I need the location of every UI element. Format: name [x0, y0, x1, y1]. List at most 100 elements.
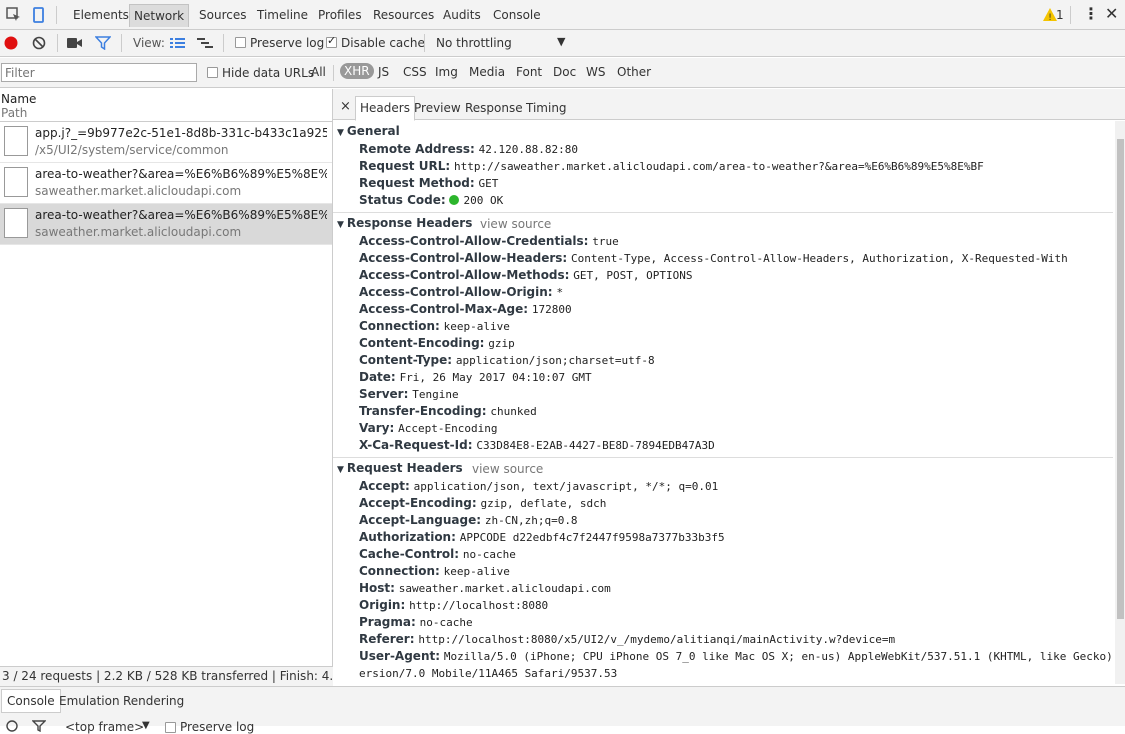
- filter-type-media[interactable]: Media: [469, 65, 505, 79]
- request-row[interactable]: area-to-weather?&area=%E6%B6%89%E5%8E%BF…: [0, 163, 332, 204]
- filter-type-css[interactable]: CSS: [403, 65, 427, 79]
- header-row: Content-Type: application/json;charset=u…: [359, 353, 655, 367]
- tab-resources[interactable]: Resources: [369, 4, 438, 27]
- response-view-source-link[interactable]: view source: [480, 217, 551, 231]
- header-row: User-Agent: Mozilla/5.0 (iPhone; CPU iPh…: [359, 649, 1113, 663]
- filter-type-all[interactable]: All: [311, 65, 326, 79]
- console-filter-icon[interactable]: [32, 720, 46, 732]
- inspect-element-icon[interactable]: [5, 6, 23, 24]
- network-toolbar: View: Preserve log Disable cache No thro…: [0, 30, 1125, 57]
- file-icon: [4, 126, 28, 156]
- console-preserve-log-label[interactable]: Preserve log: [180, 720, 254, 734]
- section-divider: [333, 457, 1113, 458]
- request-headers-section-title[interactable]: ▼ Request Headers: [337, 461, 463, 475]
- tab-headers[interactable]: Headers: [355, 96, 415, 121]
- device-mode-icon[interactable]: [30, 6, 48, 24]
- drawer-tab-rendering[interactable]: Rendering: [123, 694, 184, 708]
- header-row: Connection: keep-alive: [359, 319, 510, 333]
- header-row: Status Code: 200 OK: [359, 193, 504, 207]
- header-row: Origin: http://localhost:8080: [359, 598, 549, 612]
- divider: [424, 34, 425, 52]
- tab-timing[interactable]: Timing: [526, 101, 567, 115]
- request-name: app.j?_=9b977e2c-51e1-8d8b-331c-b433c1a9…: [35, 126, 327, 140]
- header-row: Access-Control-Max-Age: 172800: [359, 302, 572, 316]
- preserve-log-checkbox[interactable]: [235, 37, 246, 48]
- more-menu-icon[interactable]: ⋮: [1083, 4, 1099, 23]
- filter-type-other[interactable]: Other: [617, 65, 651, 79]
- hide-data-urls-checkbox[interactable]: [207, 67, 218, 78]
- status-ok-icon: [449, 195, 460, 205]
- throttling-select[interactable]: No throttling: [436, 36, 512, 50]
- column-path-header: Path: [1, 106, 28, 120]
- filter-type-xhr[interactable]: XHR: [340, 63, 374, 79]
- tab-timeline[interactable]: Timeline: [253, 4, 312, 27]
- divider: [333, 65, 334, 81]
- frame-select[interactable]: <top frame>: [65, 720, 144, 734]
- console-preserve-log-checkbox[interactable]: [165, 722, 176, 733]
- close-icon[interactable]: ✕: [1105, 4, 1118, 23]
- header-row: Cache-Control: no-cache: [359, 547, 516, 561]
- disable-cache-label[interactable]: Disable cache: [341, 36, 425, 50]
- file-icon: [4, 167, 28, 197]
- header-row: Access-Control-Allow-Origin: *: [359, 285, 564, 299]
- details-scrollbar[interactable]: [1115, 121, 1125, 684]
- drawer-tab-emulation[interactable]: Emulation: [59, 694, 120, 708]
- tab-audits[interactable]: Audits: [439, 4, 485, 27]
- expand-triangle-icon: ▼: [337, 128, 344, 138]
- file-icon: [4, 208, 28, 238]
- header-row: Vary: Accept-Encoding: [359, 421, 498, 435]
- header-row: Date: Fri, 26 May 2017 04:10:07 GMT: [359, 370, 592, 384]
- tab-response[interactable]: Response: [465, 101, 523, 115]
- warning-icon[interactable]: !: [1043, 8, 1057, 21]
- clear-icon[interactable]: [32, 36, 46, 50]
- request-row-selected[interactable]: area-to-weather?&area=%E6%B6%89%E5%8E%BF…: [0, 204, 332, 245]
- request-name: area-to-weather?&area=%E6%B6%89%E5%8E%BF: [35, 167, 327, 181]
- drawer-tab-console[interactable]: Console: [1, 689, 61, 713]
- request-view-source-link[interactable]: view source: [472, 462, 543, 476]
- divider: [57, 34, 58, 52]
- divider: [121, 34, 122, 52]
- column-name-header[interactable]: Name: [1, 92, 36, 106]
- header-row: X-Ca-Request-Id: C33D84E8-E2AB-4427-BE8D…: [359, 438, 715, 452]
- header-row: Connection: keep-alive: [359, 564, 510, 578]
- tab-profiles[interactable]: Profiles: [314, 4, 366, 27]
- header-row: Access-Control-Allow-Headers: Content-Ty…: [359, 251, 1068, 265]
- filter-icon[interactable]: [95, 36, 111, 50]
- large-rows-icon[interactable]: [170, 37, 185, 49]
- request-path: /x5/UI2/system/service/common: [35, 143, 229, 157]
- disable-cache-checkbox[interactable]: [326, 34, 337, 48]
- filter-bar: Hide data URLs All XHR JS CSS Img Media …: [0, 58, 1125, 88]
- chevron-down-icon[interactable]: ▼: [557, 35, 565, 48]
- divider: [1070, 6, 1071, 24]
- console-drawer: Console Emulation Rendering <top frame> …: [0, 686, 1125, 734]
- tab-network[interactable]: Network: [129, 4, 190, 27]
- waterfall-overview-icon[interactable]: [197, 37, 213, 49]
- hide-data-urls-label[interactable]: Hide data URLs: [222, 66, 314, 80]
- header-row: Accept: application/json, text/javascrip…: [359, 479, 719, 493]
- tab-console[interactable]: Console: [489, 4, 545, 27]
- request-list-header[interactable]: Name Path: [0, 89, 333, 122]
- filter-type-js[interactable]: JS: [378, 65, 389, 79]
- tab-preview[interactable]: Preview: [414, 101, 461, 115]
- request-row[interactable]: app.j?_=9b977e2c-51e1-8d8b-331c-b433c1a9…: [0, 122, 332, 163]
- filter-input[interactable]: [1, 63, 197, 82]
- video-capture-icon[interactable]: [67, 37, 83, 49]
- header-row: Content-Encoding: gzip: [359, 336, 515, 350]
- response-headers-section-title[interactable]: ▼ Response Headers: [337, 216, 472, 230]
- close-details-icon[interactable]: ×: [340, 99, 351, 114]
- tab-sources[interactable]: Sources: [195, 4, 250, 27]
- header-row: Host: saweather.market.alicloudapi.com: [359, 581, 611, 595]
- preserve-log-label[interactable]: Preserve log: [250, 36, 324, 50]
- filter-type-img[interactable]: Img: [435, 65, 458, 79]
- general-section-title[interactable]: ▼ General: [337, 124, 400, 138]
- header-row: ersion/7.0 Mobile/11A465 Safari/9537.53: [359, 667, 618, 680]
- warning-count[interactable]: 1: [1056, 8, 1064, 22]
- record-icon[interactable]: [4, 36, 18, 50]
- console-clear-icon[interactable]: [6, 720, 18, 732]
- tab-elements[interactable]: Elements: [69, 4, 133, 27]
- filter-type-font[interactable]: Font: [516, 65, 542, 79]
- filter-type-doc[interactable]: Doc: [553, 65, 576, 79]
- request-path: saweather.market.alicloudapi.com: [35, 184, 242, 198]
- scrollbar-thumb[interactable]: [1117, 139, 1124, 619]
- filter-type-ws[interactable]: WS: [586, 65, 605, 79]
